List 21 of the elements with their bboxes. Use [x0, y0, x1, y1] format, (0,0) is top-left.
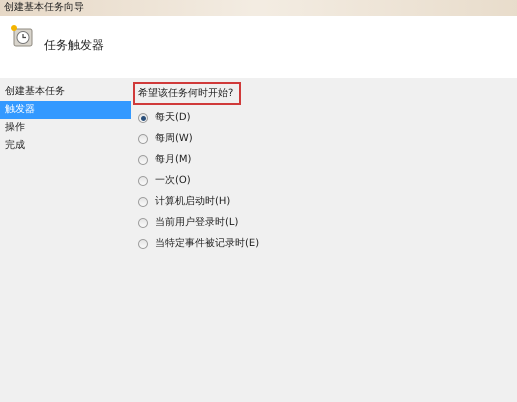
- clock-icon: [10, 24, 34, 48]
- window-title: 创建基本任务向导: [4, 3, 84, 13]
- nav-item[interactable]: 创建基本任务: [0, 83, 131, 101]
- radio-button[interactable]: [138, 218, 148, 228]
- radio-button[interactable]: [138, 176, 148, 186]
- option-label: 当特定事件被记录时(E): [155, 239, 260, 249]
- option-label: 一次(O): [155, 176, 191, 186]
- radio-button[interactable]: [138, 155, 148, 165]
- radio-button[interactable]: [138, 113, 148, 123]
- option-label: 当前用户登录时(L): [155, 218, 238, 228]
- option-label: 每周(W): [155, 134, 193, 144]
- nav-item[interactable]: 操作: [0, 119, 131, 137]
- option-label: 计算机启动时(H): [155, 197, 230, 207]
- page-heading: 任务触发器: [44, 37, 104, 54]
- nav-item[interactable]: 完成: [0, 137, 131, 155]
- radio-button[interactable]: [138, 197, 148, 207]
- radio-button[interactable]: [138, 239, 148, 249]
- option-label: 每天(D): [155, 113, 191, 123]
- question-label: 希望该任务何时开始?: [133, 82, 241, 105]
- radio-button[interactable]: [138, 134, 148, 144]
- option-label: 每月(M): [155, 155, 192, 165]
